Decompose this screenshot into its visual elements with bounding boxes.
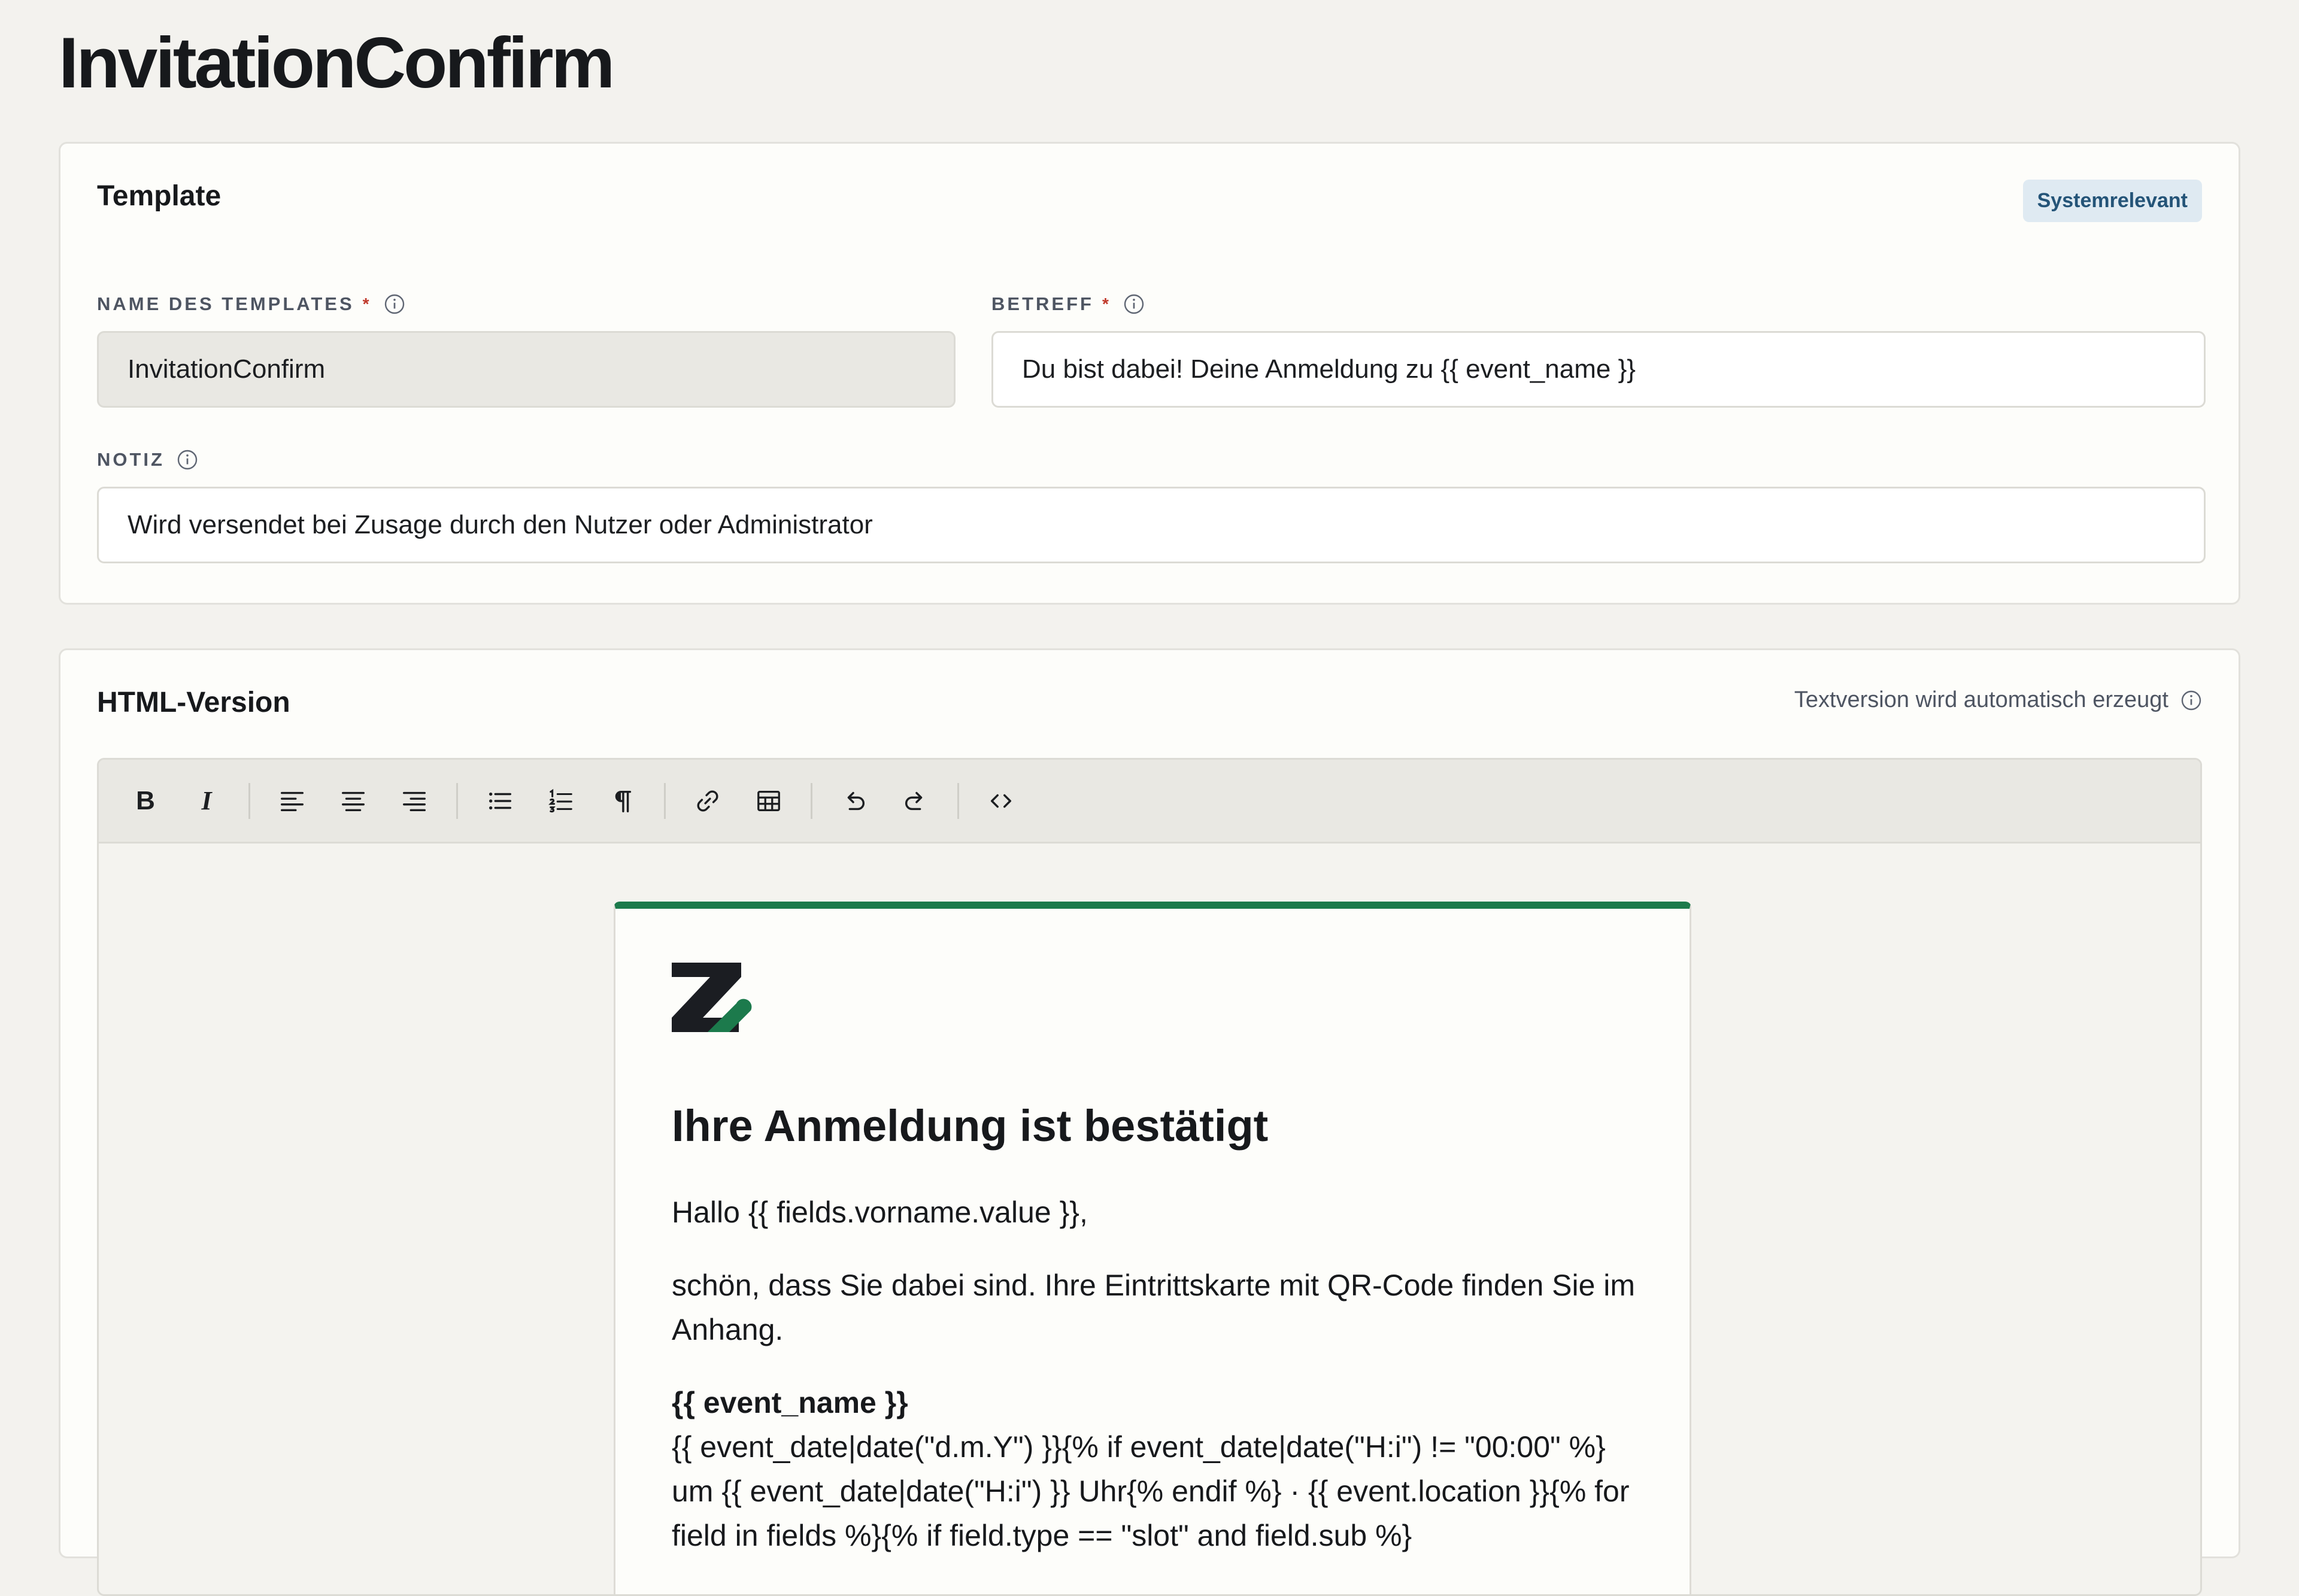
- template-name-label: NAME DES TEMPLATES *: [97, 293, 405, 315]
- editor-toolbar: B I: [99, 760, 2200, 843]
- table-icon: [757, 790, 780, 811]
- numbered-list-icon: [548, 788, 572, 812]
- email-heading: Ihre Anmeldung ist bestätigt: [672, 1101, 1269, 1151]
- text-version-hint-text: Textversion wird automatisch erzeugt: [1794, 687, 2168, 712]
- source-code-button[interactable]: [978, 778, 1024, 824]
- template-name-label-text: NAME DES TEMPLATES: [97, 293, 354, 314]
- info-icon[interactable]: [177, 449, 198, 471]
- email-greeting: Hallo {{ fields.vorname.value }},: [672, 1196, 1088, 1229]
- info-icon[interactable]: [384, 293, 405, 315]
- toolbar-separator: [456, 782, 458, 819]
- paragraph-button[interactable]: [599, 778, 645, 824]
- align-left-icon: [281, 791, 304, 811]
- toolbar-separator: [664, 782, 666, 819]
- toolbar-separator: [811, 782, 812, 819]
- template-name-input[interactable]: InvitationConfirm: [97, 331, 956, 408]
- page-title: InvitationConfirm: [59, 23, 615, 103]
- redo-icon: [905, 791, 923, 810]
- align-right-button[interactable]: [392, 778, 437, 824]
- subject-input[interactable]: Du bist dabei! Deine Anmeldung zu {{ eve…: [991, 331, 2206, 408]
- bold-button[interactable]: B: [123, 778, 168, 824]
- align-center-button[interactable]: [330, 778, 376, 824]
- required-mark: *: [362, 295, 372, 313]
- insert-table-button[interactable]: [746, 778, 791, 824]
- brand-logo: [672, 963, 752, 1032]
- template-card-title: Template: [97, 180, 222, 212]
- toolbar-separator: [957, 782, 959, 819]
- email-event-details: {{ event_date|date("d.m.Y") }}{% if even…: [672, 1430, 1630, 1552]
- required-mark: *: [1102, 295, 1111, 313]
- link-icon: [697, 790, 718, 811]
- bullet-list-icon: [489, 792, 511, 809]
- note-label: NOTIZ: [97, 449, 198, 471]
- email-preview[interactable]: Ihre Anmeldung ist bestätigt Hallo {{ fi…: [614, 902, 1691, 1594]
- email-event-name: {{ event_name }}: [672, 1386, 908, 1419]
- html-version-title: HTML-Version: [97, 687, 290, 718]
- note-input[interactable]: Wird versendet bei Zusage durch den Nutz…: [97, 487, 2206, 563]
- bullet-list-button[interactable]: [477, 778, 523, 824]
- toolbar-separator: [248, 782, 250, 819]
- note-label-text: NOTIZ: [97, 449, 165, 470]
- bold-icon: B: [136, 785, 155, 815]
- email-intro: schön, dass Sie dabei sind. Ihre Eintrit…: [672, 1269, 1636, 1346]
- paragraph-icon: [615, 790, 632, 812]
- undo-icon: [847, 791, 865, 810]
- subject-label: BETREFF *: [991, 293, 1145, 315]
- page: InvitationConfirm Template Systemrelevan…: [0, 0, 2299, 1596]
- align-left-button[interactable]: [269, 778, 315, 824]
- html-version-card: HTML-Version Textversion wird automatisc…: [59, 648, 2240, 1596]
- italic-button[interactable]: I: [184, 778, 229, 824]
- text-version-hint: Textversion wird automatisch erzeugt: [1794, 687, 2202, 713]
- code-icon: [990, 794, 1012, 808]
- email-body: Hallo {{ fields.vorname.value }}, schön,…: [672, 1190, 1642, 1586]
- info-icon[interactable]: [2180, 690, 2202, 711]
- align-center-icon: [342, 791, 365, 811]
- redo-button[interactable]: [893, 778, 938, 824]
- align-right-icon: [403, 791, 426, 811]
- insert-link-button[interactable]: [685, 778, 730, 824]
- html-editor: B I Ihre Anmeldung ist bestätigt Hallo {…: [97, 758, 2202, 1596]
- system-relevant-badge: Systemrelevant: [2022, 180, 2202, 222]
- info-icon[interactable]: [1123, 293, 1145, 315]
- italic-icon: I: [201, 786, 212, 815]
- numbered-list-button[interactable]: [538, 778, 584, 824]
- subject-label-text: BETREFF: [991, 293, 1094, 314]
- template-card: Template Systemrelevant NAME DES TEMPLAT…: [59, 142, 2240, 605]
- undo-button[interactable]: [832, 778, 877, 824]
